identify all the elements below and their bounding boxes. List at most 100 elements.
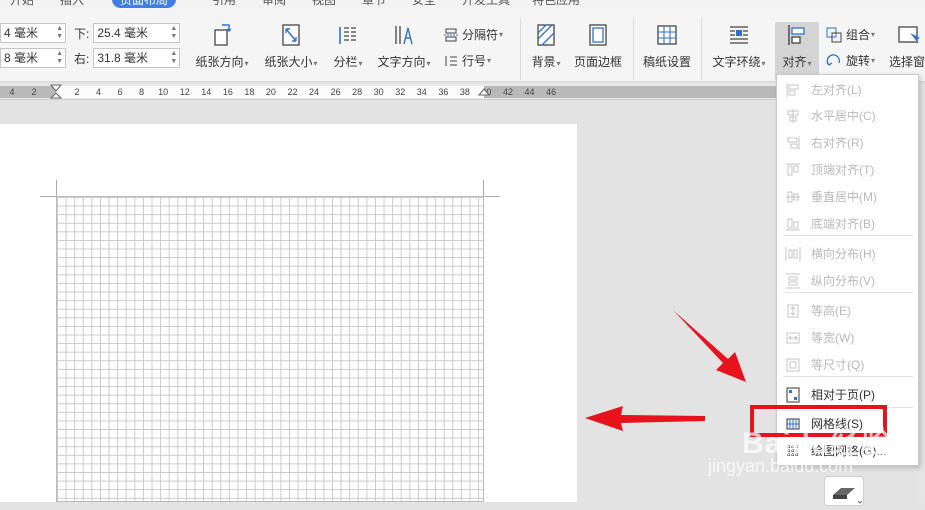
align-menu-item[interactable]: 顶端对齐(T) <box>777 157 918 182</box>
tab-references[interactable]: 引用 <box>212 0 236 8</box>
ruler-tick-label: 22 <box>287 87 298 97</box>
baidu-watermark-url: jingyan.baidu.com <box>708 456 854 476</box>
page-border-label: 页面边框 <box>573 55 622 69</box>
tab-special[interactable]: 特色应用 <box>532 0 580 8</box>
margin-bottom-value: 25.4 毫米 <box>97 26 149 40</box>
section-break-label: 分隔符 <box>462 28 499 42</box>
align-left-icon <box>786 82 799 97</box>
page-border-button[interactable]: 页面边框 <box>570 22 626 70</box>
tab-security[interactable]: 安全 <box>412 0 436 8</box>
selection-pane-button[interactable]: 选择窗 <box>889 22 925 70</box>
paper-size-button[interactable]: 纸张大小▾ <box>261 22 321 70</box>
section-break-button[interactable]: 分隔符 ▾ <box>444 26 503 43</box>
tab-view[interactable]: 视图 <box>312 0 336 8</box>
ruler-tick-label: 4 <box>96 87 102 97</box>
ruler-tick-label: 46 <box>546 87 557 97</box>
ruler-tick-label: 36 <box>438 87 449 97</box>
align-menu-item-label: 等尺寸(Q) <box>811 358 865 372</box>
corner-mark <box>483 180 484 196</box>
margin-right-label: 右: <box>74 51 90 66</box>
ruler-tick-label: 26 <box>330 87 341 97</box>
indent-marker-icon[interactable] <box>50 84 62 102</box>
background-button[interactable]: 背景▾ <box>526 22 566 70</box>
tab-review[interactable]: 审阅 <box>262 0 286 8</box>
align-menu-item[interactable]: 相对于页(P) <box>777 382 918 407</box>
tab-home[interactable]: 开始 <box>10 0 34 8</box>
gridlines-area <box>56 196 484 502</box>
corner-mark <box>56 180 57 196</box>
align-menu-item[interactable]: 纵向分布(V) <box>777 268 918 293</box>
ruler-tick-label: 10 <box>158 87 169 97</box>
align-menu-item-label: 右对齐(R) <box>811 136 864 150</box>
line-number-icon <box>445 55 457 66</box>
columns-label: 分栏 <box>333 55 358 69</box>
columns-button[interactable]: 分栏▾ <box>328 22 368 70</box>
background-icon <box>537 24 555 46</box>
align-icon <box>788 25 805 45</box>
text-direction-button[interactable]: 文字方向▾ <box>374 22 434 70</box>
relative-to-page-icon <box>786 387 800 402</box>
align-top-icon <box>786 163 800 175</box>
align-menu-item[interactable]: 右对齐(R) <box>777 130 918 155</box>
ruler-tick-label: 32 <box>395 87 406 97</box>
rotate-button[interactable]: 旋转 ▾ <box>826 52 875 69</box>
arrow-left-icon <box>585 406 705 431</box>
align-button[interactable]: 对齐▾ <box>775 22 819 80</box>
margin-top-value: 4 毫米 <box>4 26 39 40</box>
ruler-tick-label: 30 <box>373 87 384 97</box>
section-break-icon <box>444 28 458 41</box>
text-wrap-label: 文字环绕 <box>712 55 761 69</box>
align-menu-item[interactable]: 横向分布(H) <box>777 241 918 266</box>
tab-developer[interactable]: 开发工具 <box>462 0 510 8</box>
line-number-button[interactable]: 行号 ▾ <box>444 52 491 69</box>
right-panel-edge <box>919 84 925 502</box>
ruler-tick-label: 42 <box>502 87 514 97</box>
document-page[interactable] <box>0 124 577 502</box>
margin-right-input[interactable]: 31.8 毫米 ▲ ▼ <box>93 48 181 68</box>
margin-bottom-input[interactable]: 25.4 毫米 ▲ ▼ <box>93 23 181 43</box>
manuscript-paper-icon <box>657 25 677 45</box>
paper-size-label: 纸张大小 <box>264 55 313 69</box>
margin-top-row: 4 毫米 ▲ ▼ <box>0 23 66 43</box>
selection-pane-label: 选择窗 <box>889 55 925 69</box>
ruler-tick-label: 16 <box>222 87 233 97</box>
margin-bottom-label: 下: <box>74 26 90 41</box>
align-menu-item[interactable]: 等尺寸(Q) <box>777 352 918 377</box>
margin-right-row: 右: 31.8 毫米 ▲ ▼ <box>74 48 181 68</box>
spinner-arrows-icon[interactable]: ▲ ▼ <box>170 50 177 66</box>
page-border-icon <box>589 24 607 46</box>
ruler-tick-label: 14 <box>201 87 212 97</box>
margin-right-value: 31.8 毫米 <box>97 51 149 65</box>
align-menu-item[interactable]: 底端对齐(B) <box>777 211 918 236</box>
tab-page-layout[interactable]: 页面布局 <box>112 0 177 8</box>
ruler-tick-label: 34 <box>416 87 427 97</box>
spinner-arrows-icon[interactable]: ▲ ▼ <box>56 50 63 66</box>
align-menu-item[interactable]: 垂直居中(M) <box>777 184 918 209</box>
margin-top-input[interactable]: 4 毫米 ▲ ▼ <box>0 23 66 43</box>
align-menu-item[interactable]: 等宽(W) <box>777 325 918 350</box>
align-menu-item-label: 横向分布(H) <box>811 247 876 261</box>
margin-left-input[interactable]: 8 毫米 ▲ ▼ <box>0 48 66 68</box>
menu-separator <box>783 376 913 377</box>
tab-chapter[interactable]: 章节 <box>362 0 386 8</box>
rotate-label: 旋转 <box>846 54 871 68</box>
align-menu-item[interactable]: 等高(E) <box>777 298 918 323</box>
align-menu-item[interactable]: 水平居中(C) <box>777 103 918 128</box>
orientation-button[interactable]: 纸张方向▾ <box>192 22 252 70</box>
tab-insert[interactable]: 插入 <box>60 0 84 8</box>
ruler-tick-label: 38 <box>459 87 470 97</box>
ruler-tick-label: 20 <box>265 87 276 97</box>
group-button[interactable]: 组合 ▾ <box>826 26 875 43</box>
ruler-tick-label: 12 <box>179 87 190 97</box>
align-center-icon <box>787 108 799 123</box>
corner-mark <box>484 196 500 197</box>
ruler-tick-label: 4 <box>9 87 15 97</box>
ribbon-separator <box>701 18 702 80</box>
paper-setup-button[interactable]: 稿纸设置 <box>639 22 695 70</box>
right-indent-marker-icon[interactable] <box>478 88 490 100</box>
text-wrap-button[interactable]: 文字环绕▾ <box>708 22 770 70</box>
spinner-arrows-icon[interactable]: ▲ ▼ <box>170 25 177 41</box>
group-icon <box>826 27 842 42</box>
align-menu-item[interactable]: 左对齐(L) <box>777 77 918 102</box>
spinner-arrows-icon[interactable]: ▲ ▼ <box>56 25 63 41</box>
